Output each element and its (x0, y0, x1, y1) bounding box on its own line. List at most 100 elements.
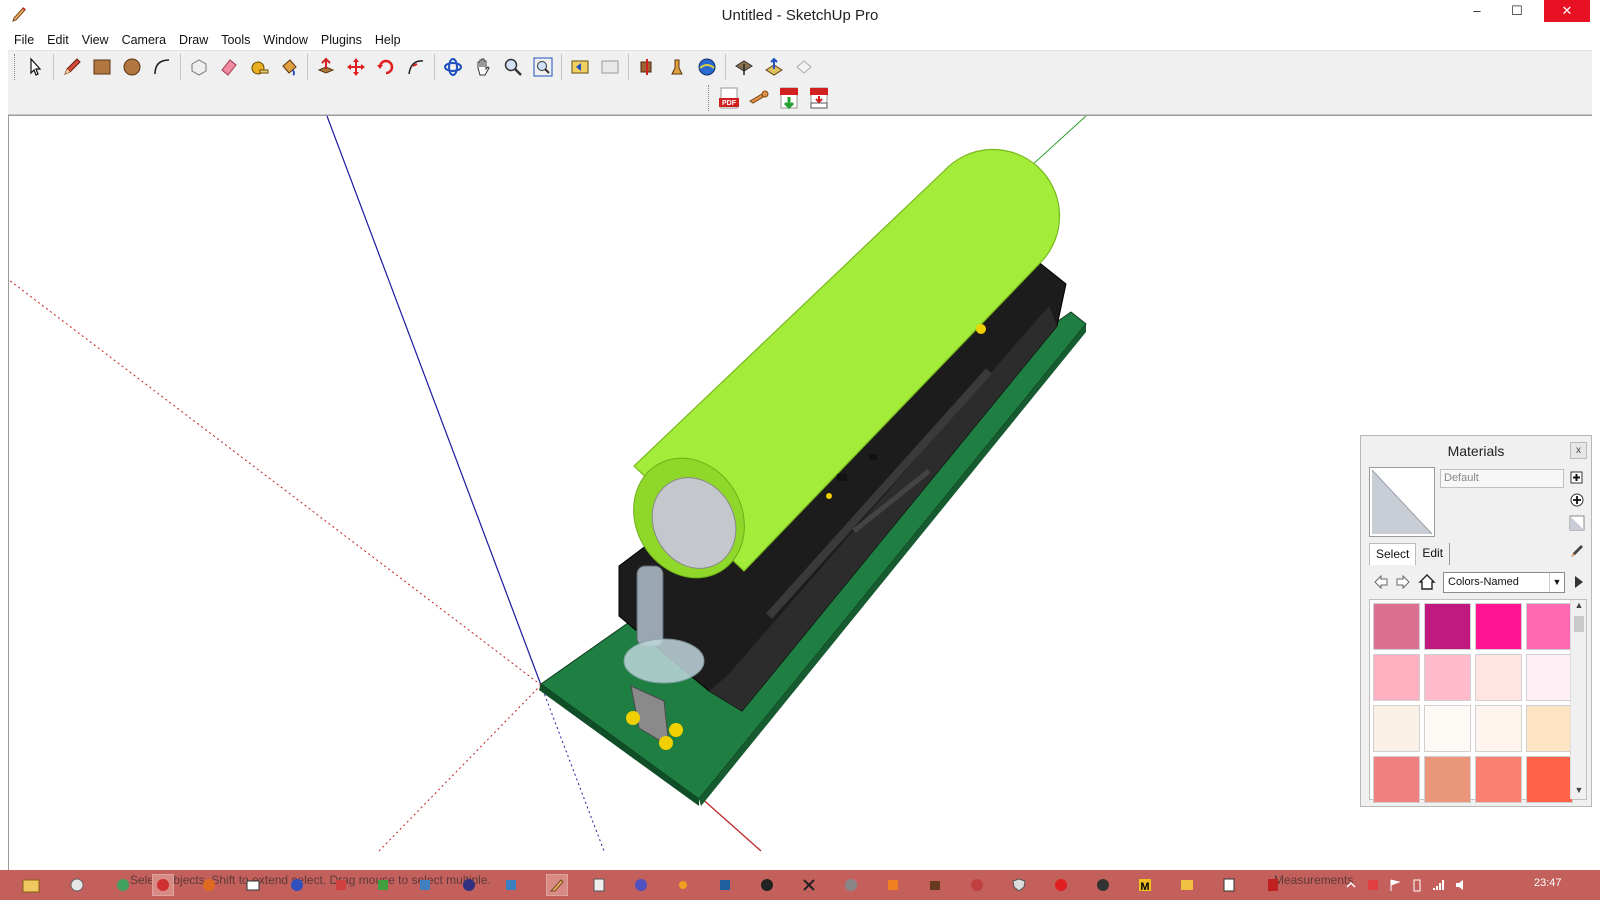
gear-app-icon[interactable] (630, 874, 652, 896)
make-component-tool-icon[interactable] (184, 52, 214, 82)
taskbar-clock[interactable]: 23:47 (1534, 877, 1562, 889)
pencil-line-tool-icon[interactable] (57, 52, 87, 82)
paint-bucket-tool-icon[interactable] (274, 52, 304, 82)
color-swatch[interactable] (1373, 603, 1420, 650)
tray-app-icon[interactable] (1362, 874, 1384, 896)
scroll-thumb[interactable] (1574, 616, 1584, 632)
orange-dot-icon[interactable] (672, 874, 694, 896)
tab-edit[interactable]: Edit (1416, 543, 1451, 565)
network-icon[interactable] (414, 874, 436, 896)
photo-textures-tool-icon[interactable] (789, 52, 819, 82)
swirl-icon[interactable] (840, 874, 862, 896)
add-location-tool-icon[interactable] (729, 52, 759, 82)
menu-camera[interactable]: Camera (116, 30, 173, 50)
menu-tools[interactable]: Tools (215, 30, 257, 50)
blue-square-icon[interactable] (714, 874, 736, 896)
color-swatch[interactable] (1475, 756, 1522, 803)
user-folder-icon[interactable] (66, 874, 88, 896)
material-name-field[interactable]: Default (1440, 469, 1564, 488)
minimize-button[interactable]: – (1457, 0, 1497, 22)
flag-icon[interactable] (1384, 874, 1406, 896)
led-component[interactable] (636, 565, 664, 647)
previous-view-tool-icon[interactable] (565, 52, 595, 82)
m-app-icon[interactable]: M (1134, 874, 1156, 896)
menu-plugins[interactable]: Plugins (315, 30, 369, 50)
forward-arrow-icon[interactable] (1393, 571, 1413, 593)
zoom-tool-icon[interactable] (498, 52, 528, 82)
steam-icon[interactable] (756, 874, 778, 896)
export-pdf-tool-icon[interactable]: PDF (714, 83, 744, 113)
push-pull-tool-icon[interactable] (311, 52, 341, 82)
tab-select[interactable]: Select (1369, 543, 1417, 565)
sample-paint-icon[interactable] (1567, 541, 1587, 561)
back-arrow-icon[interactable] (1371, 571, 1391, 593)
color-swatch[interactable] (1526, 654, 1573, 701)
menu-draw[interactable]: Draw (173, 30, 215, 50)
sublime-icon[interactable] (882, 874, 904, 896)
library-select[interactable]: Colors-Named ▼ (1443, 572, 1565, 593)
color-swatch[interactable] (1373, 654, 1420, 701)
position-camera-tool-icon[interactable] (632, 52, 662, 82)
details-arrow-icon[interactable] (1569, 571, 1589, 593)
media-icon[interactable] (458, 874, 480, 896)
mail-icon[interactable] (242, 874, 264, 896)
scroll-up-icon[interactable]: ▲ (1571, 600, 1587, 614)
color-swatch[interactable] (1424, 603, 1471, 650)
color-swatch[interactable] (1373, 705, 1420, 752)
shield-icon[interactable] (1008, 874, 1030, 896)
color-swatch[interactable] (1526, 756, 1573, 803)
menu-edit[interactable]: Edit (41, 30, 76, 50)
model-viewport[interactable] (8, 115, 1592, 870)
help-circle-icon[interactable] (112, 874, 134, 896)
lightning-icon[interactable] (286, 874, 308, 896)
eraser-tool-icon[interactable] (214, 52, 244, 82)
scroll-down-icon[interactable]: ▼ (1571, 785, 1587, 799)
toolbar-grip[interactable] (14, 54, 17, 80)
wrench-plugin-tool-icon[interactable] (744, 83, 774, 113)
zoom-extents-tool-icon[interactable] (528, 52, 558, 82)
color-swatch[interactable] (1475, 654, 1522, 701)
menu-file[interactable]: File (8, 30, 41, 50)
color-swatch[interactable] (1373, 756, 1420, 803)
add-to-model-icon[interactable] (1567, 490, 1587, 510)
app-red-icon[interactable] (152, 874, 174, 896)
arc-tool-icon[interactable] (147, 52, 177, 82)
select-tool-icon[interactable] (20, 52, 50, 82)
rectangle-tool-icon[interactable] (87, 52, 117, 82)
color-swatch[interactable] (1424, 705, 1471, 752)
menu-window[interactable]: Window (257, 30, 314, 50)
maximize-button[interactable]: ☐ (1497, 0, 1537, 22)
move-tool-icon[interactable] (341, 52, 371, 82)
next-view-tool-icon[interactable] (595, 52, 625, 82)
robot-icon[interactable] (924, 874, 946, 896)
battery-status-icon[interactable] (1406, 874, 1428, 896)
tape-measure-tool-icon[interactable] (244, 52, 274, 82)
toolbar-grip[interactable] (708, 85, 711, 111)
document-icon[interactable] (588, 874, 610, 896)
pdf-app-icon[interactable] (1262, 874, 1284, 896)
pan-tool-icon[interactable] (468, 52, 498, 82)
volume-icon[interactable] (1450, 874, 1472, 896)
rotate-tool-icon[interactable] (371, 52, 401, 82)
dark-circle-icon[interactable] (1092, 874, 1114, 896)
grid-app-icon[interactable] (372, 874, 394, 896)
sketchup-taskbar-icon[interactable] (546, 874, 568, 896)
close-button[interactable]: ✕ (1544, 0, 1590, 22)
toggle-terrain-tool-icon[interactable] (759, 52, 789, 82)
3d-scene[interactable] (9, 116, 1592, 870)
walk-tool-icon[interactable] (662, 52, 692, 82)
file-explorer-icon[interactable] (20, 874, 42, 896)
swatch-scrollbar[interactable]: ▲ ▼ (1570, 600, 1586, 799)
circle-tool-icon[interactable] (117, 52, 147, 82)
color-swatch[interactable] (1424, 654, 1471, 701)
create-material-icon[interactable] (1567, 467, 1587, 487)
color-swatch[interactable] (1526, 705, 1573, 752)
look-around-tool-icon[interactable] (692, 52, 722, 82)
default-material-icon[interactable] (1567, 513, 1587, 533)
follow-me-tool-icon[interactable] (401, 52, 431, 82)
database-icon[interactable] (500, 874, 522, 896)
red-circle-icon[interactable] (966, 874, 988, 896)
player-icon[interactable] (1176, 874, 1198, 896)
color-swatch[interactable] (1475, 705, 1522, 752)
color-swatch[interactable] (1526, 603, 1573, 650)
